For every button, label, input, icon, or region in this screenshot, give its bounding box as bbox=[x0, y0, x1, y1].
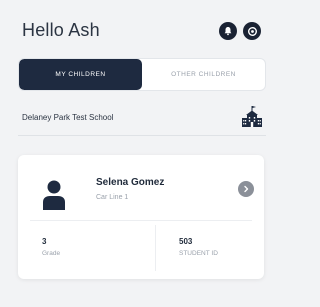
grade-label: Grade bbox=[42, 250, 61, 257]
header-icons bbox=[219, 22, 261, 40]
child-name: Selena Gomez bbox=[96, 177, 165, 188]
school-selector[interactable]: Delaney Park Test School bbox=[18, 104, 264, 130]
open-child-button[interactable] bbox=[238, 181, 254, 197]
child-card[interactable]: Selena Gomez Car Line 1 3 Grade 503 STUD… bbox=[18, 155, 264, 279]
student-id-value: 503 bbox=[179, 237, 193, 246]
settings-icon bbox=[247, 26, 257, 36]
settings-button[interactable] bbox=[243, 22, 261, 40]
student-id-label: STUDENT ID bbox=[179, 250, 218, 257]
card-stat-divider bbox=[155, 225, 156, 271]
tab-my-children[interactable]: MY CHILDREN bbox=[19, 59, 142, 90]
school-building-icon bbox=[242, 106, 262, 127]
school-name: Delaney Park Test School bbox=[22, 113, 114, 122]
children-tabs: MY CHILDREN OTHER CHILDREN bbox=[18, 58, 266, 91]
grade-stat: 3 Grade bbox=[42, 237, 60, 257]
notification-button[interactable] bbox=[219, 22, 237, 40]
chevron-right-icon bbox=[244, 185, 249, 193]
section-divider bbox=[18, 135, 266, 136]
student-id-stat: 503 STUDENT ID bbox=[179, 237, 218, 257]
card-divider bbox=[30, 220, 252, 221]
avatar-icon bbox=[43, 180, 65, 210]
grade-value: 3 bbox=[42, 237, 47, 246]
notification-icon bbox=[224, 27, 232, 36]
greeting-title: Hello Ash bbox=[22, 20, 100, 40]
tab-other-children[interactable]: OTHER CHILDREN bbox=[142, 59, 265, 90]
header: Hello Ash bbox=[22, 20, 267, 46]
child-car-line: Car Line 1 bbox=[96, 194, 129, 201]
